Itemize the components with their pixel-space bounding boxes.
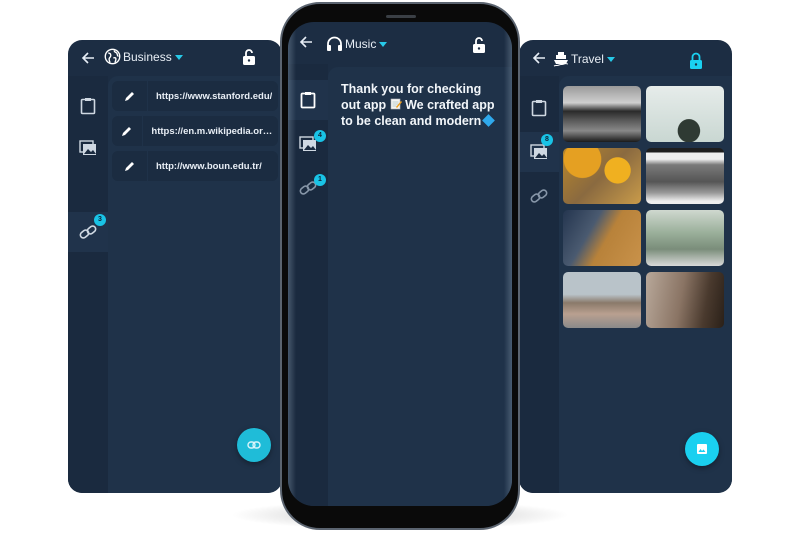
clipboard-icon <box>80 98 96 115</box>
rail-item-images[interactable] <box>68 128 108 168</box>
link-item[interactable]: http://www.boun.edu.tr/ <box>112 151 278 181</box>
links-count-badge: 1 <box>314 174 326 186</box>
image-thumb[interactable] <box>646 148 724 204</box>
image-thumb[interactable] <box>646 210 724 266</box>
top-bar: Travel <box>519 40 732 76</box>
images-icon <box>79 140 96 155</box>
headphones-icon <box>327 36 342 51</box>
links-count-badge: 3 <box>94 214 106 226</box>
category-selector[interactable]: Travel <box>553 51 615 67</box>
pencil-icon <box>124 92 134 101</box>
add-link-button[interactable] <box>237 428 271 462</box>
link-item[interactable]: https://en.m.wikipedia.org/wiki... <box>112 116 278 146</box>
image-icon <box>697 444 707 454</box>
edit-button[interactable] <box>112 81 148 111</box>
screen-edge-right <box>504 22 512 506</box>
rail-item-images[interactable]: 8 <box>519 132 559 172</box>
phone-speaker <box>386 15 416 18</box>
side-rail: 3 <box>68 76 108 493</box>
image-thumb[interactable] <box>563 210 641 266</box>
back-button[interactable] <box>296 32 316 52</box>
rail-item-clipboard[interactable] <box>519 88 559 128</box>
category-selector[interactable]: Business <box>104 48 183 65</box>
edit-button[interactable] <box>112 151 148 181</box>
memo-emoji-icon <box>390 98 402 110</box>
edit-button[interactable] <box>112 116 144 146</box>
note-area[interactable]: Thank you for checking out app We crafte… <box>328 67 512 506</box>
rail-item-links[interactable]: 3 <box>68 212 108 252</box>
image-thumb[interactable] <box>563 148 641 204</box>
image-grid <box>563 86 724 328</box>
category-title: Travel <box>571 52 604 66</box>
top-bar: Music <box>288 22 512 58</box>
category-title: Music <box>345 37 377 51</box>
music-screen: Music 4 1 Thank you for checking out app… <box>288 22 512 506</box>
category-title: Business <box>123 49 172 64</box>
arrow-left-icon <box>532 52 545 64</box>
rail-item-links[interactable] <box>519 176 559 216</box>
add-image-button[interactable] <box>685 432 719 466</box>
blue-diamond-icon <box>482 114 496 127</box>
chevron-down-icon <box>174 54 183 60</box>
ship-icon <box>553 52 569 67</box>
link-icon <box>79 225 97 239</box>
arrow-left-icon <box>81 52 94 64</box>
lock-closed-icon[interactable] <box>689 52 703 70</box>
note-text: Thank you for checking out app We crafte… <box>341 81 504 129</box>
link-url: https://en.m.wikipedia.org/wiki... <box>151 125 278 137</box>
lock-open-icon[interactable] <box>472 36 486 54</box>
image-thumb[interactable] <box>563 86 641 142</box>
chevron-down-icon <box>606 57 615 62</box>
link-url: http://www.boun.edu.tr/ <box>156 160 262 172</box>
travel-screen: Travel 8 <box>519 40 732 493</box>
lock-open-icon[interactable] <box>242 48 256 66</box>
link-icon <box>530 189 548 203</box>
clipboard-icon <box>531 100 547 117</box>
category-selector[interactable]: Music <box>326 36 388 52</box>
phone-frame: Music 4 1 Thank you for checking out app… <box>280 2 520 530</box>
link-url: https://www.stanford.edu/ <box>156 90 273 102</box>
back-button[interactable] <box>529 48 549 68</box>
globe-icon <box>104 48 121 65</box>
chevron-down-icon <box>379 42 388 47</box>
side-rail: 8 <box>519 76 559 493</box>
clipboard-icon <box>300 92 316 109</box>
image-thumb[interactable] <box>563 272 641 328</box>
pencil-icon <box>122 127 132 136</box>
images-count-badge: 4 <box>314 130 326 142</box>
screen-edge-left <box>288 22 296 506</box>
arrow-left-icon <box>299 36 312 48</box>
image-thumb[interactable] <box>646 272 724 328</box>
links-list: https://www.stanford.edu/ https://en.m.w… <box>108 76 282 493</box>
link-item[interactable]: https://www.stanford.edu/ <box>112 81 278 111</box>
back-button[interactable] <box>78 48 98 68</box>
images-count-badge: 8 <box>541 134 553 146</box>
image-thumb[interactable] <box>646 86 724 142</box>
pencil-icon <box>124 162 134 171</box>
top-bar: Business <box>68 40 282 76</box>
business-screen: Business 3 https://www.stanford.edu/ htt… <box>68 40 282 493</box>
images-grid-area <box>559 76 732 493</box>
rail-item-clipboard[interactable] <box>68 86 108 126</box>
link-icon <box>247 441 261 449</box>
